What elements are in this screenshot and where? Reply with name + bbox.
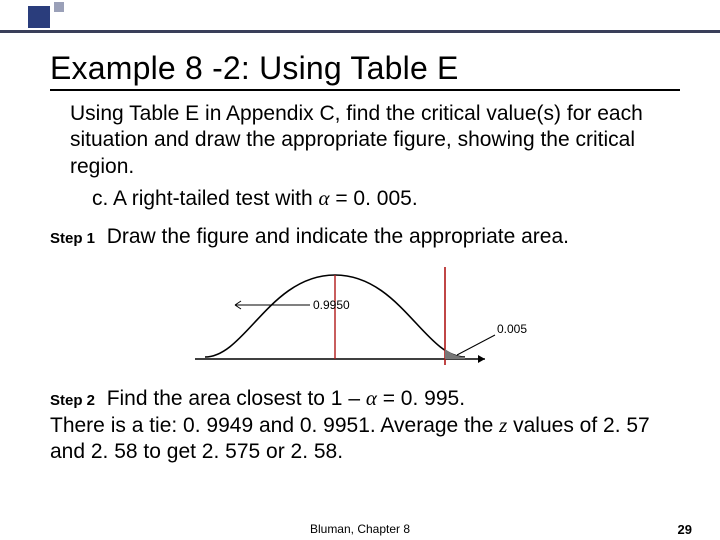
figure-container: 0.9950 0.005 [50,257,680,377]
step-2-text-1b: = 0. 995. [377,387,465,410]
normal-curve-figure: 0.9950 0.005 [175,257,555,377]
step-2-label: Step 2 [50,392,95,409]
right-area-label: 0.005 [497,322,527,336]
problem-subpart: c. A right-tailed test with α = 0. 005. [92,186,680,211]
step-1-text: Draw the figure and indicate the appropr… [107,225,569,248]
left-area-label: 0.9950 [313,298,350,312]
slide-title: Example 8 -2: Using Table E [50,50,680,91]
step-2-text-2a: There is a tie: 0. 9949 and 0. 9951. Ave… [50,414,499,437]
critical-region-shade [445,349,465,359]
deco-rule [0,30,720,33]
footer-page-number: 29 [678,522,692,537]
subpart-text-1: A right-tailed test with [113,187,318,210]
step-2-text-1a: Find the area closest to 1 – [107,387,366,410]
slide-corner-decoration [0,0,140,34]
deco-square-large [28,6,50,28]
alpha-symbol: α [318,186,329,210]
right-area-leader [457,335,495,355]
subpart-text-2: = 0. 005. [330,187,418,210]
subpart-label: c. [92,187,108,210]
left-area-arrowhead-2 [235,305,241,309]
step-1-label: Step 1 [50,230,95,247]
alpha-symbol-2: α [366,386,377,410]
step-2-block: Step 2 Find the area closest to 1 – α = … [50,385,680,466]
problem-statement: Using Table E in Appendix C, find the cr… [70,101,680,180]
step-1-line: Step 1 Draw the figure and indicate the … [50,225,680,249]
footer-chapter: Bluman, Chapter 8 [310,522,410,536]
left-area-arrowhead-1 [235,301,241,305]
axis-arrow-icon [478,355,485,363]
slide-content: Example 8 -2: Using Table E Using Table … [50,50,680,466]
deco-square-small [54,2,64,12]
